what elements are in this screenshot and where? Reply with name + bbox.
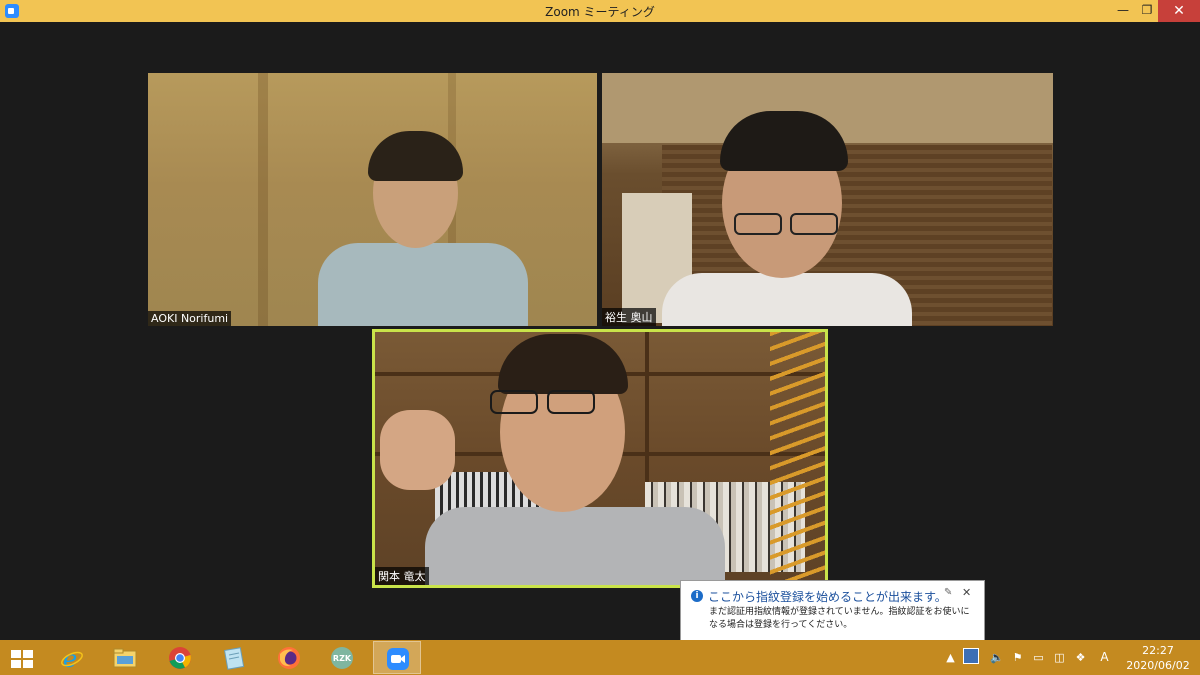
device-icon[interactable]: ▭ [1032, 651, 1045, 664]
taskbar: e RZK ▲ 🔈 ⚑ ▭ ◫ ❖ A 22:27 2020/06/02 [0, 640, 1200, 675]
fingerprint-notification[interactable]: i ここから指紋登録を始めることが出来ます。 ✎ ✕ まだ認証用指紋情報が登録さ… [680, 580, 985, 650]
notification-body: まだ認証用指紋情報が登録されていません。指紋認証をお使いになる場合は登録を行って… [709, 607, 970, 630]
clock-time: 22:27 [1142, 644, 1174, 657]
chrome-icon [169, 647, 191, 669]
video-tile-sekimoto[interactable]: 関本 竜太 [372, 329, 828, 588]
taskbar-rzk-app[interactable]: RZK [318, 641, 366, 674]
taskbar-file-explorer[interactable] [101, 641, 149, 674]
fingerprint-icon[interactable] [963, 648, 979, 664]
info-icon: i [691, 590, 703, 602]
taskbar-zoom[interactable] [373, 641, 421, 674]
clock-date: 2020/06/02 [1126, 659, 1190, 672]
taskbar-chrome[interactable] [156, 641, 204, 674]
internet-explorer-icon: e [61, 646, 83, 670]
volume-icon[interactable]: 🔈 [990, 651, 1004, 664]
notification-title: ここから指紋登録を始めることが出来ます。 [708, 590, 947, 604]
show-hidden-icons-icon[interactable]: ▲ [944, 651, 957, 664]
participant-name-label: 関本 竜太 [375, 567, 429, 585]
clock[interactable]: 22:27 2020/06/02 [1118, 643, 1198, 673]
start-icon [11, 650, 33, 668]
svg-text:RZK: RZK [333, 654, 352, 663]
participant-name-label: AOKI Norifumi [148, 311, 232, 326]
rzk-app-icon: RZK [331, 647, 353, 669]
close-button[interactable]: ✕ [1158, 0, 1200, 22]
zoom-icon [387, 648, 409, 670]
dropbox-icon[interactable]: ❖ [1074, 651, 1087, 664]
notepad-icon [223, 647, 245, 670]
action-center-flag-icon[interactable]: ⚑ [1011, 651, 1024, 664]
video-tile-aoki[interactable]: AOKI Norifumi [148, 73, 597, 326]
video-tile-okuyama[interactable]: 裕生 奥山 [602, 73, 1053, 326]
pin-icon[interactable]: ✎ [944, 587, 952, 598]
network-icon[interactable]: ◫ [1053, 651, 1066, 664]
window-title: Zoom ミーティング [545, 5, 655, 19]
taskbar-firefox[interactable] [265, 641, 313, 674]
firefox-icon [278, 647, 300, 669]
notification-close-button[interactable]: ✕ [962, 586, 971, 599]
ime-indicator[interactable]: A [1098, 651, 1111, 664]
title-bar[interactable]: Zoom ミーティング — ❐ ✕ [0, 0, 1200, 22]
start-button[interactable] [0, 641, 48, 674]
participant-name-label: 裕生 奥山 [602, 308, 656, 326]
taskbar-internet-explorer[interactable]: e [48, 641, 96, 674]
zoom-meeting-window: Zoom ミーティング — ❐ ✕ AOKI Norifumi 裕生 奥山 関本… [0, 0, 1200, 640]
file-explorer-icon [113, 648, 137, 668]
taskbar-notepad[interactable] [210, 641, 258, 674]
